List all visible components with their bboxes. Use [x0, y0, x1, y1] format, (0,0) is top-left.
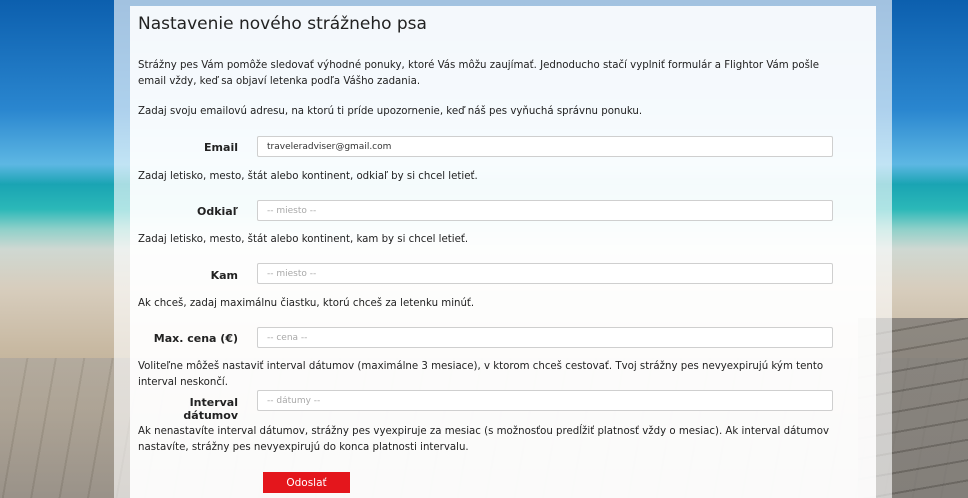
content-panel: Nastavenie nového strážneho psa Strážny … — [114, 0, 892, 498]
expiry-note: Ak nenastavíte interval dátumov, strážny… — [138, 426, 829, 453]
from-input[interactable] — [257, 200, 833, 221]
email-label: Email — [204, 141, 238, 154]
from-label: Odkiaľ — [196, 205, 238, 218]
submit-button[interactable]: Odoslať — [263, 472, 350, 493]
to-label: Kam — [210, 269, 238, 282]
to-hint: Zadaj letisko, mesto, štát alebo kontine… — [138, 234, 469, 245]
intro-text: Strážny pes Vám pomôže sledovať výhodné … — [138, 60, 820, 87]
date-interval-input[interactable] — [257, 390, 833, 411]
price-label: Max. cena (€) — [153, 332, 238, 345]
email-input[interactable] — [257, 136, 833, 157]
interval-hint: Voliteľne môžeš nastaviť interval dátumo… — [138, 361, 824, 388]
page-title: Nastavenie nového strážneho psa — [138, 14, 427, 34]
watchdog-form: Nastavenie nového strážneho psa Strážny … — [130, 6, 876, 498]
to-input[interactable] — [257, 263, 833, 284]
from-hint: Zadaj letisko, mesto, štát alebo kontine… — [138, 171, 478, 182]
email-hint: Zadaj svoju emailovú adresu, na ktorú ti… — [138, 106, 643, 117]
price-input[interactable] — [257, 327, 833, 348]
interval-label: Interval dátumov — [183, 396, 238, 422]
price-hint: Ak chceš, zadaj maximálnu čiastku, ktorú… — [138, 298, 475, 309]
